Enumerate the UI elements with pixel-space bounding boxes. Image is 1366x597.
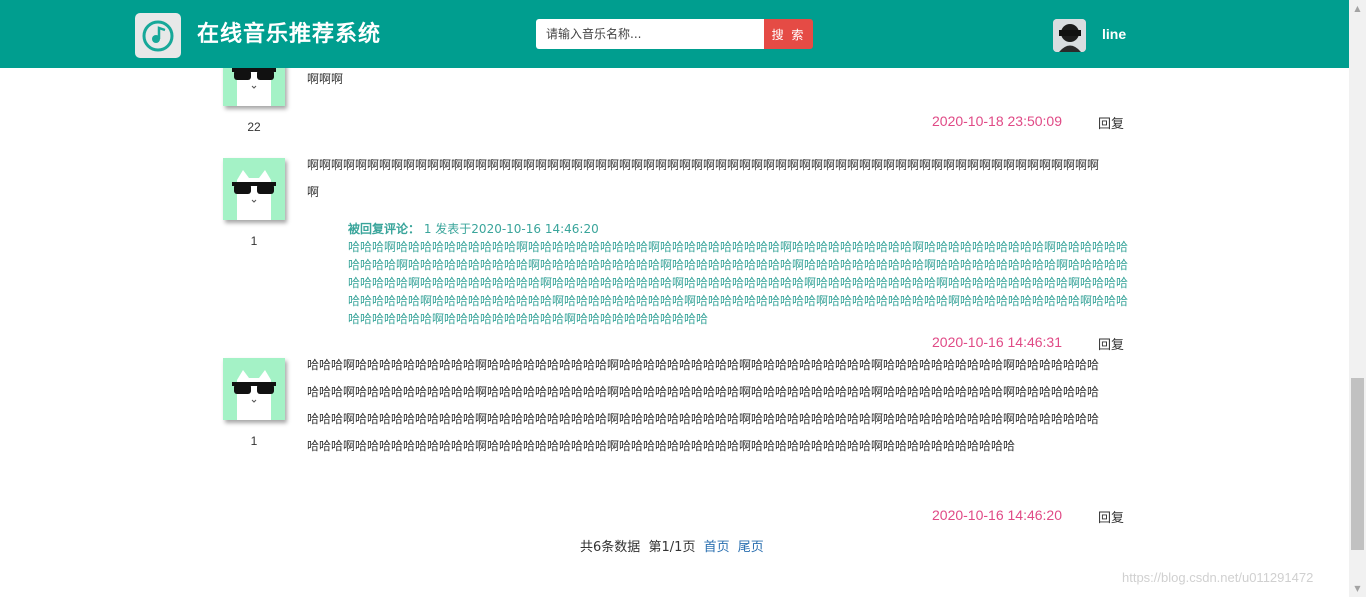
scroll-thumb[interactable] (1351, 378, 1364, 550)
scroll-down-icon[interactable]: ▼ (1349, 580, 1366, 597)
vertical-scrollbar[interactable]: ▲ ▼ (1349, 0, 1366, 597)
comment-time: 2020-10-16 14:46:20 (932, 507, 1062, 523)
top-header: 在线音乐推荐系统 搜 索 line (0, 0, 1349, 68)
pagination: 共6条数据 第1/1页 首页 尾页 (580, 536, 764, 555)
first-page-link[interactable]: 首页 (704, 540, 730, 555)
reply-link[interactable]: 回复 (1098, 334, 1124, 353)
comment-time: 2020-10-16 14:46:31 (932, 334, 1062, 350)
music-logo-icon[interactable] (135, 13, 181, 58)
comment-text: 哈哈哈啊哈哈哈哈哈哈哈哈哈哈啊哈哈哈哈哈哈哈哈哈哈啊哈哈哈哈哈哈哈哈哈哈啊哈哈哈… (307, 358, 1100, 453)
quoted-comment: 被回复评论： 1 发表于2020-10-16 14:46:20 哈哈哈啊哈哈哈哈… (348, 220, 1128, 328)
username[interactable]: line (1102, 26, 1126, 42)
user-avatar[interactable] (1053, 19, 1086, 52)
like-count: 1 (250, 234, 258, 248)
reply-link[interactable]: 回复 (1098, 507, 1124, 526)
watermark: https://blog.csdn.net/u011291472 (1122, 570, 1314, 585)
search-input[interactable] (536, 19, 764, 49)
like-count: 22 (247, 120, 261, 134)
commenter-avatar (223, 158, 285, 220)
search-button[interactable]: 搜 索 (764, 19, 813, 49)
comment-time: 2020-10-18 23:50:09 (932, 113, 1062, 129)
reply-link[interactable]: 回复 (1098, 113, 1124, 132)
quoted-text: 哈哈哈啊哈哈哈哈哈哈哈哈哈哈啊哈哈哈哈哈哈哈哈哈哈啊哈哈哈哈哈哈哈哈哈哈啊哈哈哈… (348, 240, 1129, 326)
pagination-summary: 共6条数据 第1/1页 (580, 540, 696, 555)
like-count: 1 (250, 434, 258, 448)
scroll-up-icon[interactable]: ▲ (1349, 0, 1366, 17)
app-title[interactable]: 在线音乐推荐系统 (197, 16, 381, 48)
quoted-label: 被回复评论： (348, 222, 421, 236)
quoted-meta: 1 发表于2020-10-16 14:46:20 (423, 222, 599, 236)
commenter-avatar (223, 358, 285, 420)
comment-text: 啊啊啊 (307, 72, 344, 86)
comment-text: 啊啊啊啊啊啊啊啊啊啊啊啊啊啊啊啊啊啊啊啊啊啊啊啊啊啊啊啊啊啊啊啊啊啊啊啊啊啊啊啊… (307, 158, 1100, 199)
last-page-link[interactable]: 尾页 (738, 540, 764, 555)
